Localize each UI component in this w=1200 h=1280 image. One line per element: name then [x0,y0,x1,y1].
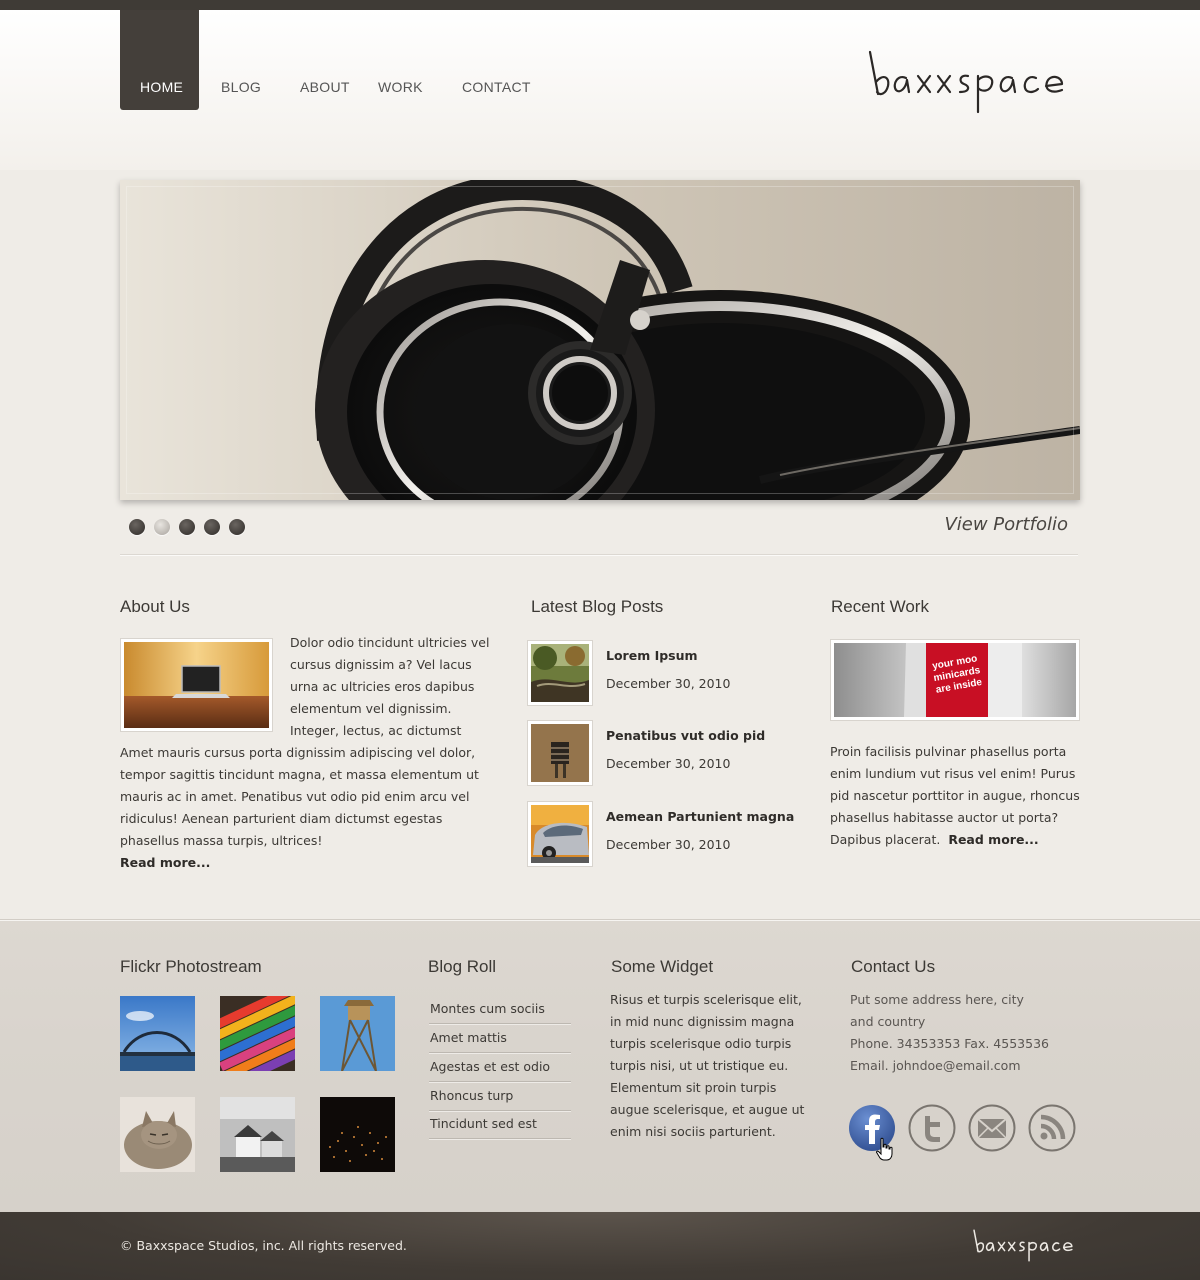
contact-phone: Phone. 34353353 Fax. 4553536 [850,1036,1049,1051]
footer-logo[interactable] [972,1227,1082,1263]
contact-title: Contact Us [851,957,936,976]
copyright-text: © Baxxspace Studios, inc. All rights res… [120,1238,407,1253]
contact-address: Put some address here, city [850,992,1024,1007]
blogroll-label: Rhoncus turp [430,1088,514,1103]
nav-item-work[interactable]: WORK [370,10,430,110]
post-date: December 30, 2010 [606,676,731,691]
top-bar [0,0,1200,10]
work-thumbnail[interactable]: your moo minicards are inside [830,639,1080,721]
slider-dot[interactable] [129,519,145,535]
blogroll-link[interactable]: Tincidunt sed est [429,1110,571,1139]
post-thumbnail[interactable] [527,801,593,867]
tower-photo [320,996,395,1071]
cursor-icon [875,1137,893,1165]
view-portfolio-link[interactable]: View Portfolio [870,514,1068,535]
divider [120,554,1078,556]
work-body: Proin facilisis pulvinar phasellus porta… [830,741,1082,851]
nav-item-about[interactable]: ABOUT [290,10,360,110]
wall-vent-photo [531,724,589,782]
post-date: December 30, 2010 [606,837,731,852]
night-city-photo [320,1097,395,1172]
nav-label: WORK [378,79,423,95]
slider-dot[interactable] [229,519,245,535]
post-thumbnail[interactable] [527,640,593,706]
blogroll-title: Blog Roll [428,957,497,976]
nav-item-contact[interactable]: CONTACT [452,10,542,110]
moo-minicards-box-photo: your moo minicards are inside [834,643,1076,717]
about-read-more-link[interactable]: Read more... [120,855,210,870]
widget-title: Some Widget [611,957,714,976]
post-title-link[interactable]: Penatibus vut odio pid [606,728,765,743]
flickr-photo[interactable] [220,996,295,1071]
work-title: Recent Work [831,597,929,616]
about-title: About Us [120,597,190,616]
nav-label: BLOG [221,79,262,95]
thumbnail-spacer [120,632,290,742]
work-read-more-link[interactable]: Read more... [948,832,1038,847]
blogroll-link[interactable]: Amet mattis [429,1024,571,1053]
rss-icon[interactable] [1028,1104,1076,1152]
harbour-bridge-photo [120,996,195,1071]
houses-bw-photo [220,1097,295,1172]
blog-post: Lorem Ipsum December 30, 2010 [527,640,817,706]
contact-email: Email. johndoe@email.com [850,1058,1021,1073]
flickr-title: Flickr Photostream [120,957,262,976]
widget-body: Risus et turpis scelerisque elit, in mid… [610,992,805,1139]
nav-item-blog[interactable]: BLOG [210,10,280,110]
email-icon[interactable] [968,1104,1016,1152]
post-thumbnail[interactable] [527,720,593,786]
blog-title: Latest Blog Posts [531,597,664,616]
twitter-icon[interactable] [908,1104,956,1152]
flickr-photo[interactable] [320,1097,395,1172]
headphones-photo [120,180,1080,500]
flickr-photo[interactable] [120,996,195,1071]
flickr-photo[interactable] [120,1097,195,1172]
nav-label: CONTACT [462,79,531,95]
flickr-photo[interactable] [320,996,395,1071]
blog-post: Penatibus vut odio pid December 30, 2010 [527,720,817,786]
garden-stream-photo [531,644,589,702]
nav-label: ABOUT [300,79,350,95]
slider-dot[interactable] [179,519,195,535]
blogroll-link[interactable]: Montes cum sociis [429,995,571,1024]
post-title-link[interactable]: Lorem Ipsum [606,648,698,663]
nav-item-home[interactable]: HOME [120,10,199,110]
flickr-photo[interactable] [220,1097,295,1172]
hero-slider[interactable] [120,180,1080,500]
blogroll-label: Montes cum sociis [430,1001,545,1016]
about-body: Dolor odio tincidunt ultricies vel cursu… [120,632,490,874]
blogroll-link[interactable]: Rhoncus turp [429,1082,571,1111]
silver-car-photo [531,805,589,863]
slider-dot-active[interactable] [154,519,170,535]
slider-dot[interactable] [204,519,220,535]
post-date: December 30, 2010 [606,756,731,771]
crayons-photo [220,996,295,1071]
nav-label: HOME [140,79,184,95]
blog-post: Aemean Partunient magna December 30, 201… [527,801,817,867]
logo[interactable] [866,46,1082,116]
blogroll-label: Tincidunt sed est [430,1116,537,1131]
cat-photo [120,1097,195,1172]
post-title-link[interactable]: Aemean Partunient magna [606,809,794,824]
contact-address: and country [850,1014,926,1029]
blogroll-label: Amet mattis [430,1030,507,1045]
blogroll-link[interactable]: Agestas et est odio [429,1053,571,1082]
blogroll-label: Agestas et est odio [430,1059,551,1074]
